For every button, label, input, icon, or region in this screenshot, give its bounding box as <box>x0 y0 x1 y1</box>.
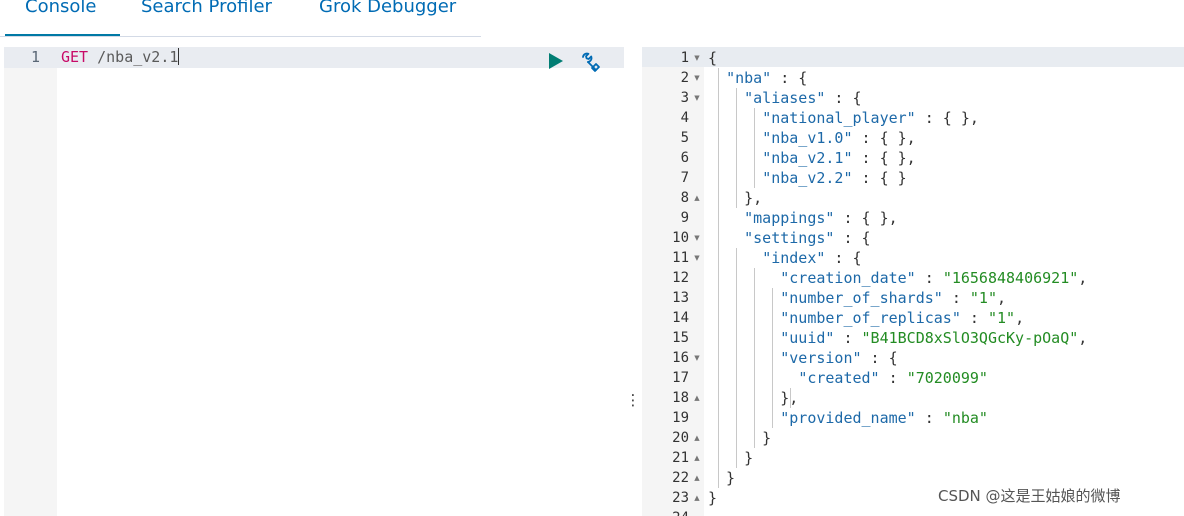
vertical-dots-icon: ⋮ <box>625 391 641 409</box>
line-number: 13 <box>672 290 689 306</box>
code-line: } <box>708 429 772 447</box>
line-number: 1 <box>680 50 689 66</box>
code-line: }, <box>708 189 763 207</box>
unfold-toggle-icon[interactable]: ▲ <box>693 188 701 208</box>
line-number: 21 <box>672 450 689 466</box>
play-icon[interactable] <box>547 52 565 70</box>
fold-toggle-icon[interactable]: ▼ <box>693 68 701 88</box>
code-line: { <box>708 49 718 67</box>
line-number: 19 <box>672 410 689 426</box>
tab-grok-debugger[interactable]: Grok Debugger <box>319 0 456 36</box>
fold-toggle-icon[interactable]: ▼ <box>693 248 701 268</box>
code-line: "provided_name" : "nba" <box>780 409 988 427</box>
unfold-toggle-icon[interactable]: ▲ <box>693 428 701 448</box>
fold-toggle-icon[interactable]: ▼ <box>693 48 701 68</box>
code-line: "index" : { <box>762 249 862 267</box>
unfold-toggle-icon[interactable]: ▲ <box>693 488 701 508</box>
code-line: "uuid" : "B41BCD8xSlO3QGcKy-pOaQ", <box>780 329 1088 347</box>
line-number: 14 <box>672 310 689 326</box>
request-editor[interactable]: 1 GET /nba_v2.1 <box>4 47 624 516</box>
request-line[interactable]: GET /nba_v2.1 <box>61 47 180 68</box>
line-number: 10 <box>672 230 689 246</box>
line-number: 20 <box>672 430 689 446</box>
code-line: }, <box>708 389 799 407</box>
code-line: "version" : { <box>780 349 898 367</box>
fold-toggle-icon[interactable]: ▼ <box>693 88 701 108</box>
request-method: GET <box>61 48 89 66</box>
code-line: "created" : "7020099" <box>798 369 988 387</box>
line-number: 16 <box>672 350 689 366</box>
tab-bar: Console Search Profiler Grok Debugger <box>0 0 1184 38</box>
line-number: 7 <box>680 170 689 186</box>
line-number: 12 <box>672 270 689 286</box>
line-number: 3 <box>680 90 689 106</box>
code-line: "aliases" : { <box>744 89 862 107</box>
request-gutter <box>4 47 57 516</box>
line-number: 1 <box>30 48 40 66</box>
unfold-toggle-icon[interactable]: ▲ <box>693 468 701 488</box>
code-line: "nba_v1.0" : { }, <box>762 129 916 147</box>
wrench-icon[interactable] <box>579 51 601 73</box>
code-line: "nba_v2.2" : { } <box>762 169 907 187</box>
request-path: /nba_v2.1 <box>97 48 179 66</box>
code-line: "nba_v2.1" : { }, <box>762 149 916 167</box>
code-line: "number_of_shards" : "1", <box>780 289 1007 307</box>
line-number: 24 <box>642 508 689 516</box>
tab-search-profiler[interactable]: Search Profiler <box>141 0 272 36</box>
panel-resizer[interactable]: ⋮ <box>624 47 642 516</box>
code-line: "national_player" : { }, <box>762 109 979 127</box>
tab-console[interactable]: Console <box>25 0 96 36</box>
fold-toggle-icon[interactable]: ▼ <box>693 348 701 368</box>
line-number: 18 <box>672 390 689 406</box>
unfold-toggle-icon[interactable]: ▲ <box>693 448 701 468</box>
line-number: 22 <box>672 470 689 486</box>
watermark: CSDN @这是王姑娘的微博 <box>938 487 1121 505</box>
code-line: } <box>708 489 718 507</box>
line-number: 5 <box>680 130 689 146</box>
line-number: 23 <box>672 490 689 506</box>
active-line-highlight <box>642 47 1184 67</box>
unfold-toggle-icon[interactable]: ▲ <box>693 388 701 408</box>
fold-toggle-icon[interactable]: ▼ <box>693 228 701 248</box>
code-line: "nba" : { <box>726 69 808 87</box>
code-line: "creation_date" : "1656848406921", <box>780 269 1088 287</box>
line-number: 4 <box>680 110 689 126</box>
code-line: } <box>708 449 754 467</box>
line-number: 8 <box>680 190 689 206</box>
line-number: 9 <box>680 210 689 226</box>
line-number: 17 <box>672 370 689 386</box>
code-line: "mappings" : { }, <box>744 209 898 227</box>
code-line: } <box>708 469 736 487</box>
line-number: 6 <box>680 150 689 166</box>
text-cursor <box>178 48 180 65</box>
code-line: "number_of_replicas" : "1", <box>780 309 1025 327</box>
line-number: 15 <box>672 330 689 346</box>
tab-bar-divider <box>0 36 481 37</box>
response-output: 1 ▼{2 ▼ "nba" : {3 ▼ "aliases" : {4 "nation… <box>642 47 1184 516</box>
line-number: 11 <box>672 250 689 266</box>
code-line: "settings" : { <box>744 229 871 247</box>
line-number: 2 <box>680 70 689 86</box>
